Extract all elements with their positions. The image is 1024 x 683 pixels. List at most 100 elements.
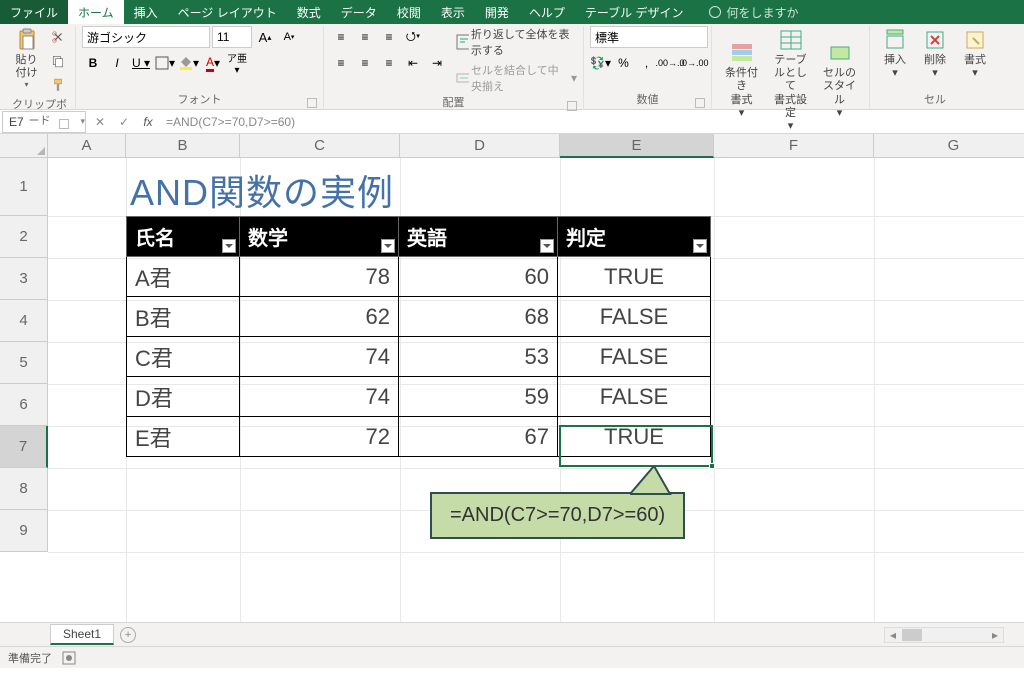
dialog-launcher-icon[interactable] — [59, 119, 69, 129]
tab-page-layout[interactable]: ページ レイアウト — [168, 0, 287, 24]
table-cell[interactable]: 68 — [399, 297, 558, 337]
data-table[interactable]: 氏名数学英語判定A君7860TRUEB君6268FALSEC君7453FALSE… — [126, 216, 711, 457]
row-header-5[interactable]: 5 — [0, 342, 48, 384]
column-header-B[interactable]: B — [126, 134, 240, 158]
table-cell[interactable]: 59 — [399, 377, 558, 417]
table-cell[interactable]: 74 — [240, 377, 399, 417]
conditional-formatting-button[interactable]: 条件付き 書式▾ — [718, 39, 765, 122]
cell-styles-button[interactable]: セルの スタイル▾ — [816, 39, 863, 122]
dialog-launcher-icon[interactable] — [307, 98, 317, 108]
tab-view[interactable]: 表示 — [431, 0, 475, 24]
increase-indent-button[interactable]: ⇥ — [426, 52, 448, 74]
table-cell[interactable]: D君 — [127, 377, 240, 417]
table-cell[interactable]: FALSE — [558, 297, 711, 337]
align-left-button[interactable]: ≡ — [330, 52, 352, 74]
column-header-F[interactable]: F — [714, 134, 874, 158]
row-header-2[interactable]: 2 — [0, 216, 48, 258]
table-cell[interactable]: 72 — [240, 417, 399, 457]
table-cell[interactable]: B君 — [127, 297, 240, 337]
row-header-3[interactable]: 3 — [0, 258, 48, 300]
table-header[interactable]: 英語 — [399, 217, 558, 257]
tab-data[interactable]: データ — [331, 0, 387, 24]
table-cell[interactable]: 78 — [240, 257, 399, 297]
tab-table-design[interactable]: テーブル デザイン — [575, 0, 694, 24]
fill-color-button[interactable]: ▾ — [178, 52, 200, 74]
table-cell[interactable]: 67 — [399, 417, 558, 457]
table-cell[interactable]: C君 — [127, 337, 240, 377]
row-header-4[interactable]: 4 — [0, 300, 48, 342]
table-cell[interactable]: TRUE — [558, 257, 711, 297]
orientation-button[interactable]: ⭯▾ — [402, 26, 424, 48]
border-button[interactable]: ▾ — [154, 52, 176, 74]
cut-button[interactable] — [47, 26, 69, 48]
table-cell[interactable]: 53 — [399, 337, 558, 377]
tab-home[interactable]: ホーム — [68, 0, 124, 24]
paste-button[interactable]: 貼り付け ▾ — [10, 26, 43, 92]
filter-dropdown-icon[interactable] — [381, 239, 395, 253]
column-header-G[interactable]: G — [874, 134, 1024, 158]
formula-enter-button[interactable]: ✓ — [112, 111, 136, 133]
worksheet[interactable]: ABCDEFGH 123456789 AND関数の実例氏名数学英語判定A君786… — [0, 134, 1024, 622]
insert-function-button[interactable]: fx — [136, 111, 160, 133]
dialog-launcher-icon[interactable] — [567, 101, 577, 111]
tab-review[interactable]: 校閲 — [387, 0, 431, 24]
phonetic-button[interactable]: ア亜 ▾ — [226, 52, 248, 74]
decrease-decimal-button[interactable]: .0→.00 — [683, 52, 705, 74]
underline-button[interactable]: U ▾ — [130, 52, 152, 74]
table-cell[interactable]: E君 — [127, 417, 240, 457]
table-cell[interactable]: FALSE — [558, 337, 711, 377]
horizontal-scrollbar[interactable]: ◂▸ — [884, 627, 1004, 643]
align-middle-button[interactable]: ≡ — [354, 26, 376, 48]
formula-input[interactable]: =AND(C7>=70,D7>=60) — [160, 115, 1024, 129]
macro-record-icon[interactable] — [62, 651, 76, 665]
table-cell[interactable]: TRUE — [558, 417, 711, 457]
row-header-9[interactable]: 9 — [0, 510, 48, 552]
align-right-button[interactable]: ≡ — [378, 52, 400, 74]
formula-cancel-button[interactable]: ✕ — [88, 111, 112, 133]
align-top-button[interactable]: ≡ — [330, 26, 352, 48]
dialog-launcher-icon[interactable] — [695, 98, 705, 108]
filter-dropdown-icon[interactable] — [222, 239, 236, 253]
wrap-text-button[interactable]: 折り返して全体を表示する — [456, 26, 577, 58]
cells-area[interactable]: AND関数の実例氏名数学英語判定A君7860TRUEB君6268FALSEC君7… — [48, 158, 1024, 622]
row-header-7[interactable]: 7 — [0, 426, 48, 468]
italic-button[interactable]: I — [106, 52, 128, 74]
align-bottom-button[interactable]: ≡ — [378, 26, 400, 48]
comma-button[interactable]: , — [636, 52, 657, 74]
format-cells-button[interactable]: 書式▾ — [956, 26, 994, 82]
delete-cells-button[interactable]: 削除▾ — [916, 26, 954, 82]
table-cell[interactable]: 74 — [240, 337, 399, 377]
row-header-8[interactable]: 8 — [0, 468, 48, 510]
tab-formulas[interactable]: 数式 — [287, 0, 331, 24]
copy-button[interactable] — [47, 50, 69, 72]
number-format-select[interactable] — [590, 26, 708, 48]
font-color-button[interactable]: A▾ — [202, 52, 224, 74]
filter-dropdown-icon[interactable] — [693, 239, 707, 253]
sheet-tab[interactable]: Sheet1 — [50, 624, 114, 645]
table-cell[interactable]: 60 — [399, 257, 558, 297]
merge-center-button[interactable]: セルを結合して中央揃え▾ — [456, 62, 577, 94]
column-header-C[interactable]: C — [240, 134, 400, 158]
column-header-A[interactable]: A — [48, 134, 126, 158]
table-cell[interactable]: A君 — [127, 257, 240, 297]
font-name-select[interactable] — [82, 26, 210, 48]
tab-file[interactable]: ファイル — [0, 0, 68, 24]
table-cell[interactable]: FALSE — [558, 377, 711, 417]
increase-decimal-button[interactable]: .00→.0 — [659, 52, 681, 74]
table-cell[interactable]: 62 — [240, 297, 399, 337]
decrease-font-button[interactable]: A▾ — [278, 26, 300, 48]
tab-insert[interactable]: 挿入 — [124, 0, 168, 24]
tab-developer[interactable]: 開発 — [475, 0, 519, 24]
decrease-indent-button[interactable]: ⇤ — [402, 52, 424, 74]
column-header-D[interactable]: D — [400, 134, 560, 158]
row-header-6[interactable]: 6 — [0, 384, 48, 426]
add-sheet-button[interactable]: + — [120, 627, 136, 643]
table-header[interactable]: 判定 — [558, 217, 711, 257]
column-header-E[interactable]: E — [560, 134, 714, 158]
increase-font-button[interactable]: A▴ — [254, 26, 276, 48]
row-header-1[interactable]: 1 — [0, 158, 48, 216]
table-header[interactable]: 数学 — [240, 217, 399, 257]
font-size-select[interactable] — [212, 26, 252, 48]
align-center-button[interactable]: ≡ — [354, 52, 376, 74]
table-header[interactable]: 氏名 — [127, 217, 240, 257]
